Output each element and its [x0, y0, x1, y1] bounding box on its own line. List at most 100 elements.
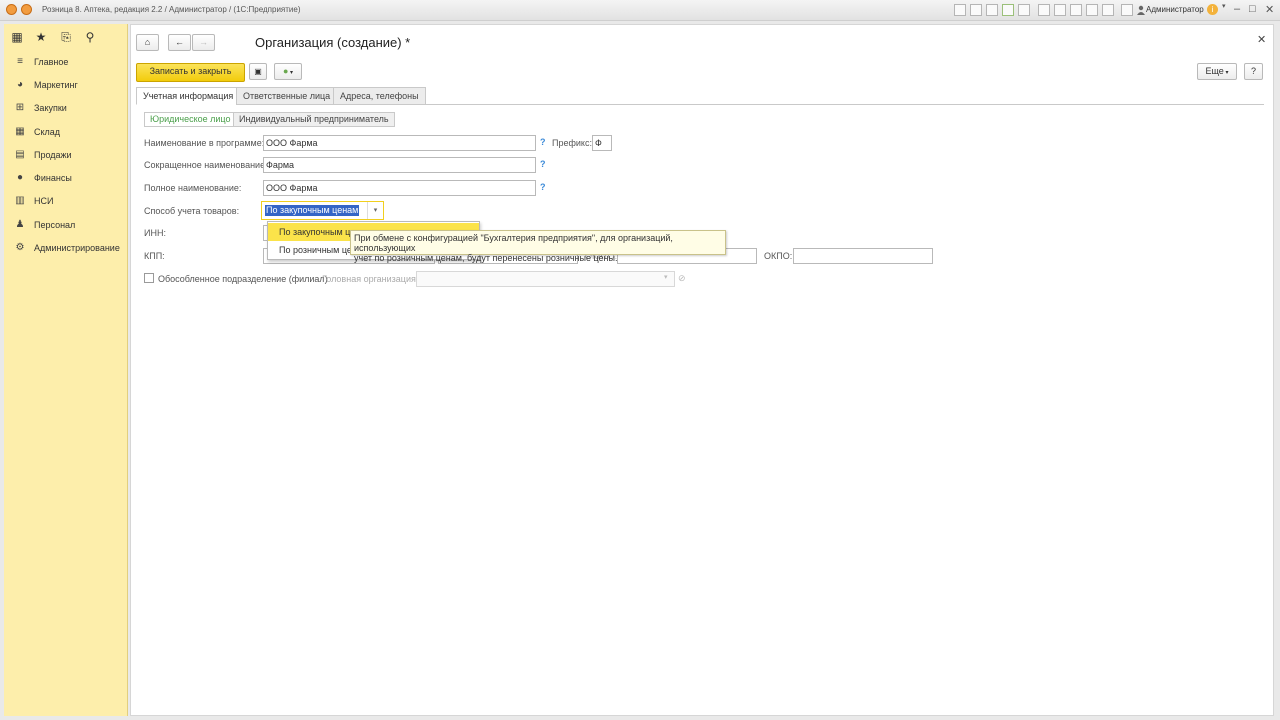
apps-grid-icon[interactable]: ▦ [10, 30, 24, 44]
toolbar-mplus-icon[interactable] [1086, 4, 1098, 16]
sidebar-item-nsi[interactable]: ▥ НСИ [4, 192, 127, 212]
head-org-label: Головная организация: [322, 274, 419, 284]
sidebar-item-finance[interactable]: ● Финансы [4, 169, 127, 189]
short-name-field[interactable]: Фарма [263, 157, 536, 173]
sidebar-toolbar: ▦ ★ ⎘ ⚲ [4, 24, 127, 50]
history-icon[interactable]: ⎘ [59, 30, 73, 44]
okpo-field[interactable] [793, 248, 933, 264]
tab-addresses-phones[interactable]: Адреса, телефоны [333, 87, 426, 105]
title-bar: Розница 8. Аптека, редакция 2.2 / Админи… [0, 0, 1280, 21]
sidebar-item-marketing[interactable]: ◕ Маркетинг [4, 76, 127, 96]
sidebar-item-label: НСИ [34, 196, 54, 206]
toolbar-favorite-icon[interactable] [1002, 4, 1014, 16]
close-window-icon[interactable]: ✕ [1265, 3, 1274, 16]
sidebar-item-label: Маркетинг [34, 80, 78, 90]
toolbar-mminus-icon[interactable] [1102, 4, 1114, 16]
info-menu-chevron-icon[interactable]: ▾ [1222, 2, 1226, 10]
sidebar-item-personnel[interactable]: ♟ Персонал [4, 216, 127, 236]
prefix-field[interactable]: Ф [592, 135, 612, 151]
info-icon[interactable]: i [1207, 4, 1218, 15]
inn-label: ИНН: [144, 228, 166, 238]
menu-lines-icon: ≡ [17, 56, 23, 67]
person-icon: ♟ [15, 219, 25, 230]
sidebar-item-admin[interactable]: ⚙ Администрирование [4, 239, 127, 259]
sidebar-item-warehouse[interactable]: ▦ Склад [4, 123, 127, 143]
toolbar-calendar-icon[interactable] [1054, 4, 1066, 16]
open-link-icon: ⊘ [678, 273, 686, 283]
toolbar-panels-icon[interactable] [1121, 4, 1133, 16]
help-question-icon[interactable]: ? [540, 182, 546, 192]
sidebar-item-label: Администрирование [34, 243, 120, 253]
chevron-down-icon: ▾ [288, 70, 294, 76]
forward-button[interactable]: → [192, 34, 215, 51]
sections-panel: ▦ ★ ⎘ ⚲ ≡ Главное ◕ Маркетинг ⊞ Закупки … [4, 24, 128, 716]
chevron-down-icon[interactable]: ▾ [367, 202, 383, 219]
name-field[interactable]: ООО Фарма [263, 135, 536, 151]
coin-icon: ● [16, 172, 24, 183]
help-question-icon[interactable]: ? [540, 159, 546, 169]
more-label: Еще [1205, 66, 1224, 76]
more-button[interactable]: Еще ▾ [1197, 63, 1237, 80]
head-org-field [416, 271, 675, 287]
main-menu-icon[interactable] [21, 4, 32, 15]
sidebar-item-purchases[interactable]: ⊞ Закупки [4, 99, 127, 119]
toolbar-link-icon[interactable] [954, 4, 966, 16]
short-name-label: Сокращенное наименование: [144, 160, 268, 170]
kpp-label: КПП: [144, 251, 165, 261]
toolbar-print-icon[interactable] [970, 4, 982, 16]
search-icon[interactable]: ⚲ [83, 30, 97, 44]
tab-responsible-persons[interactable]: Ответственные лица [236, 87, 338, 105]
tooltip-line: При обмене с конфигурацией "Бухгалтерия … [354, 233, 673, 253]
toolbar-mail-icon[interactable] [986, 4, 998, 16]
gear-icon: ⚙ [15, 242, 25, 253]
minimize-icon[interactable]: – [1234, 3, 1240, 15]
close-form-icon[interactable]: ✕ [1257, 33, 1266, 46]
favorites-star-icon[interactable]: ★ [34, 30, 48, 44]
kind-legal-entity[interactable]: Юридическое лицо [144, 112, 237, 127]
sidebar-item-label: Главное [34, 57, 69, 67]
branch-label: Обособленное подразделение (филиал) [158, 274, 328, 284]
warehouse-icon: ▦ [15, 126, 25, 137]
toolbar-m-icon[interactable] [1070, 4, 1082, 16]
sidebar-item-label: Закупки [34, 103, 67, 113]
accounting-method-select[interactable]: По закупочным ценам ▾ [261, 201, 384, 220]
home-button[interactable]: ⌂ [136, 34, 159, 51]
home-icon: ⌂ [144, 37, 151, 47]
create-based-on-button[interactable]: ● ▾ [274, 63, 302, 80]
okpo-label: ОКПО: [764, 251, 793, 261]
save-and-close-button[interactable]: Записать и закрыть [136, 63, 245, 82]
back-button[interactable]: ← [168, 34, 191, 51]
user-icon [1137, 5, 1145, 15]
toolbar-history-icon[interactable] [1018, 4, 1030, 16]
sidebar-item-label: Финансы [34, 173, 72, 183]
sidebar-item-main[interactable]: ≡ Главное [4, 53, 127, 73]
accounting-method-value: По закупочным ценам [265, 205, 360, 216]
kind-individual-entrepreneur[interactable]: Индивидуальный предприниматель [233, 112, 395, 127]
option-tooltip: При обмене с конфигурацией "Бухгалтерия … [350, 230, 726, 263]
accounting-method-label: Способ учета товаров: [144, 206, 240, 216]
sidebar-item-label: Продажи [34, 150, 72, 160]
save-button[interactable]: ▣ [249, 63, 267, 80]
cash-register-icon: ▤ [15, 149, 25, 160]
full-name-field[interactable]: ООО Фарма [263, 180, 536, 196]
toolbar-calc-icon[interactable] [1038, 4, 1050, 16]
sidebar-item-label: Склад [34, 127, 61, 137]
full-name-label: Полное наименование: [144, 183, 242, 193]
branch-checkbox[interactable] [144, 273, 154, 283]
help-button[interactable]: ? [1244, 63, 1263, 80]
prefix-label: Префикс: [552, 138, 592, 148]
user-name[interactable]: Администратор [1146, 5, 1204, 14]
books-icon: ▥ [15, 195, 25, 206]
app-menu-icon[interactable] [6, 4, 17, 15]
maximize-icon[interactable]: □ [1249, 3, 1256, 15]
window-title: Розница 8. Аптека, редакция 2.2 / Админи… [42, 5, 301, 14]
pie-chart-icon: ◕ [16, 79, 24, 90]
help-question-icon[interactable]: ? [540, 137, 546, 147]
chevron-down-icon: ▾ [664, 274, 668, 281]
tab-accounting-info[interactable]: Учетная информация [136, 87, 241, 105]
sidebar-item-label: Персонал [34, 220, 76, 230]
form-title: Организация (создание) * [255, 35, 411, 50]
form-window: ⌂ ← → Организация (создание) * ✕ Записат… [130, 24, 1274, 716]
sidebar-item-sales[interactable]: ▤ Продажи [4, 146, 127, 166]
floppy-disk-icon: ▣ [254, 67, 262, 76]
